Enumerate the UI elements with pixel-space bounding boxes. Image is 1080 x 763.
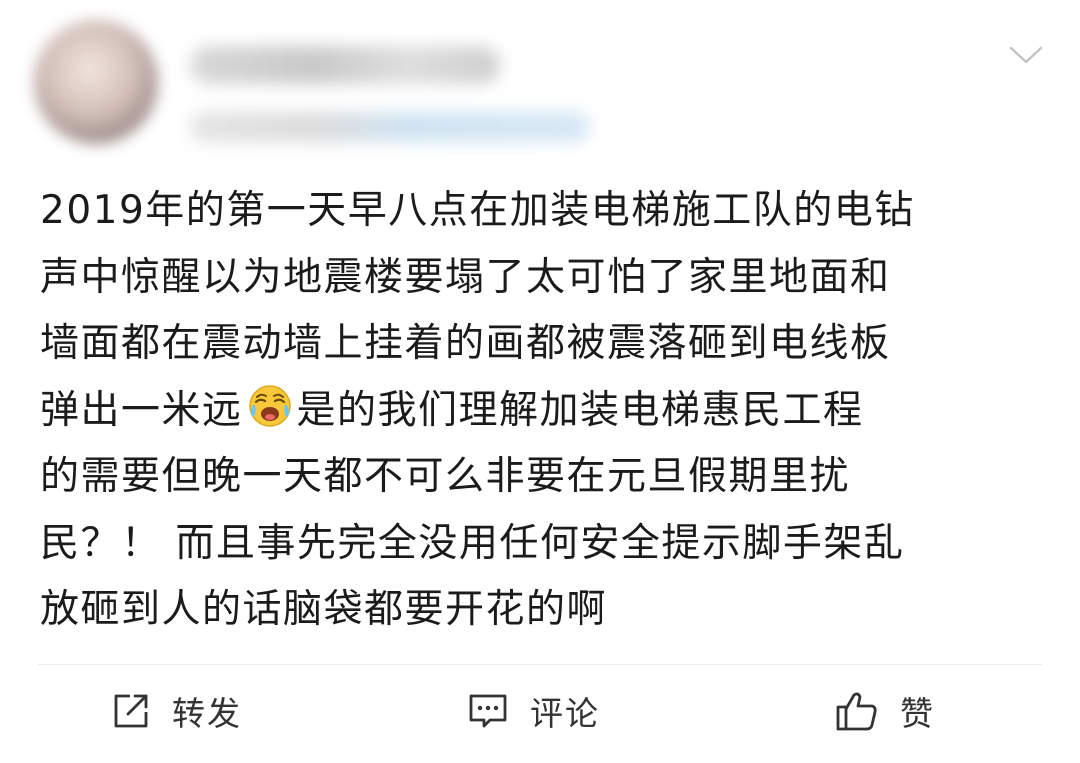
post-text-line: 弹出一米远 是的我们理解加装电梯惠民工程 — [40, 378, 1040, 445]
repost-label: 转发 — [172, 694, 242, 733]
repost-icon — [114, 694, 148, 728]
post-text-line: 墙面都在震动墙上挂着的画都被震落砸到电线板 — [40, 321, 891, 366]
post-meta-blurred — [190, 112, 590, 142]
repost-button[interactable]: 转发 — [110, 686, 242, 736]
post-text-line: 放砸到人的话脑袋都要开花的啊 — [40, 587, 608, 632]
chevron-down-icon[interactable] — [1008, 40, 1044, 68]
comment-button[interactable]: 评论 — [466, 686, 600, 736]
avatar[interactable] — [34, 20, 158, 144]
weibo-post: 2019年的第一天早八点在加装电梯施工队的电钻 声中惊醒以为地震楼要塌了太可怕了… — [0, 0, 1080, 763]
post-content: 2019年的第一天早八点在加装电梯施工队的电钻 声中惊醒以为地震楼要塌了太可怕了… — [40, 178, 1040, 644]
post-text-line: 的需要但晚一天都不可么非要在元旦假期里扰 — [40, 454, 851, 499]
like-button[interactable]: 赞 — [834, 686, 935, 736]
username-blurred[interactable] — [190, 46, 500, 84]
comment-icon — [469, 694, 507, 728]
post-text-segment: 弹出一米远 — [40, 387, 243, 433]
post-text-line: 2019年的第一天早八点在加装电梯施工队的电钻 — [40, 188, 915, 233]
like-label: 赞 — [900, 694, 935, 733]
laughing-crying-emoji-icon — [248, 384, 291, 427]
divider — [38, 664, 1042, 665]
post-text-line: 民？！ 而且事先完全没用任何安全提示脚手架乱 — [40, 520, 905, 566]
post-text-line: 声中惊醒以为地震楼要塌了太可怕了家里地面和 — [40, 254, 891, 300]
comment-label: 评论 — [530, 694, 600, 733]
post-text-segment: 是的我们理解加装电梯惠民工程 — [296, 387, 864, 433]
thumbs-up-icon — [836, 692, 877, 731]
